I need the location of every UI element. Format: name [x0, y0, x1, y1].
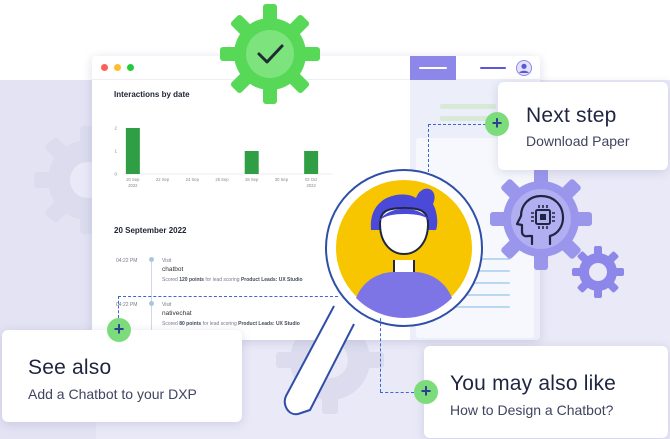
see-also-card[interactable]: See also Add a Chatbot to your DXP — [2, 330, 242, 422]
next-step-card[interactable]: Next step Download Paper — [498, 82, 668, 170]
x-tick-label: 22 Sep — [156, 177, 170, 182]
menu-line-icon — [419, 67, 447, 69]
timeline-time: 04:22 PM — [116, 258, 138, 264]
y-tick-label: 2 — [114, 126, 117, 131]
x-tick-label: 20 Sep — [126, 177, 140, 182]
connector-line — [428, 124, 486, 125]
detail-mid: for lead scoring — [203, 277, 241, 283]
plus-icon[interactable]: + — [414, 380, 438, 404]
timeline-name: nativechat — [162, 310, 192, 317]
chart-bar — [244, 151, 259, 174]
close-dot-icon[interactable] — [101, 64, 108, 71]
pane-line — [440, 104, 496, 109]
may-also-like-title: You may also like — [450, 372, 617, 395]
plus-icon[interactable]: + — [107, 318, 131, 342]
detail-points: 80 points — [179, 321, 202, 327]
x-tick-label: 24 Sep — [186, 177, 200, 182]
plus-icon[interactable]: + — [485, 112, 509, 136]
chart-bar — [125, 128, 140, 174]
check-gear-icon — [220, 4, 320, 104]
detail-mid: for lead scoring — [201, 321, 239, 327]
maximize-dot-icon[interactable] — [127, 64, 134, 71]
timeline-name: chatbot — [162, 266, 184, 273]
y-tick-label: 1 — [114, 149, 117, 154]
timeline-type: Visit — [162, 258, 172, 264]
timeline-time: 04:22 PM — [116, 302, 138, 308]
timeline-dot-icon — [149, 257, 154, 262]
next-step-subtitle: Download Paper — [526, 133, 630, 149]
small-gear-icon — [572, 246, 624, 298]
detail-prefix: Scored — [162, 321, 180, 327]
connector-line — [428, 124, 429, 172]
active-toolbar-tab[interactable] — [410, 56, 456, 80]
x-tick-label-year: 2022 — [128, 183, 138, 188]
may-also-like-card[interactable]: You may also like How to Design a Chatbo… — [424, 346, 668, 438]
minimize-dot-icon[interactable] — [114, 64, 121, 71]
connector-line — [118, 296, 119, 318]
detail-prefix: Scored — [162, 277, 180, 283]
may-also-like-subtitle: How to Design a Chatbot? — [450, 402, 614, 418]
timeline-dot-icon — [149, 301, 154, 306]
profile-avatar-icon[interactable] — [516, 60, 532, 76]
y-tick-label: 0 — [114, 172, 117, 177]
detail-points: 120 points — [179, 277, 204, 283]
x-tick-label: 26 Sep — [215, 177, 229, 182]
chart-heading: Interactions by date — [114, 90, 190, 99]
connector-line — [380, 392, 414, 393]
connector-line — [118, 296, 338, 297]
toolbar-line-icon[interactable] — [480, 67, 506, 69]
connector-line — [380, 318, 381, 392]
see-also-subtitle: Add a Chatbot to your DXP — [28, 386, 197, 402]
see-also-title: See also — [28, 356, 112, 379]
date-heading: 20 September 2022 — [114, 226, 187, 235]
x-tick-label: 28 Sep — [245, 177, 259, 182]
next-step-title: Next step — [526, 104, 617, 127]
timeline-type: Visit — [162, 302, 172, 308]
